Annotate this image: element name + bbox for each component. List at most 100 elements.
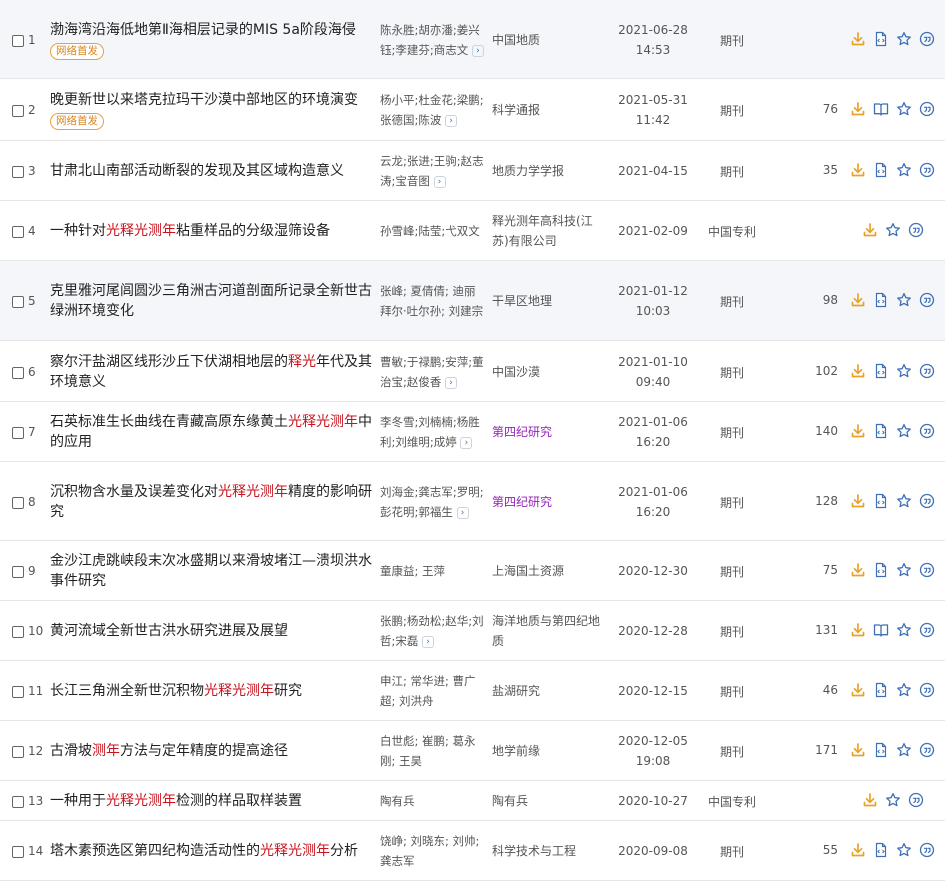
row-checkbox[interactable] xyxy=(12,846,24,858)
quote-icon[interactable] xyxy=(919,31,935,47)
article-title-link[interactable]: 晚更新世以来塔克拉玛干沙漠中部地区的环境演变 网络首发 xyxy=(50,90,374,130)
article-title-link[interactable]: 黄河流域全新世古洪水研究进展及展望 xyxy=(50,621,374,641)
star-icon[interactable] xyxy=(885,792,901,808)
article-title-link[interactable]: 塔木素预选区第四纪构造活动性的光释光测年分析 xyxy=(50,841,374,861)
author-names[interactable]: 云龙;张进;王驹;赵志涛;宝音图 xyxy=(380,154,484,188)
html-reading-icon[interactable] xyxy=(873,842,889,858)
quote-icon[interactable] xyxy=(919,423,935,439)
row-checkbox[interactable] xyxy=(12,496,24,509)
download-icon[interactable] xyxy=(850,31,866,47)
source-link[interactable]: 地质力学学报 xyxy=(492,161,606,181)
author-names[interactable]: 杨小平;杜金花;梁鹏;张德国;陈波 xyxy=(380,93,484,127)
source-link[interactable]: 上海国土资源 xyxy=(492,561,606,581)
author-names[interactable]: 陈永胜;胡亦潘;姜兴钰;李建芬;商志文 xyxy=(380,23,480,57)
source-link[interactable]: 地学前缘 xyxy=(492,741,606,761)
row-checkbox[interactable] xyxy=(12,226,24,238)
quote-icon[interactable] xyxy=(919,562,935,578)
article-title-link[interactable]: 沉积物含水量及误差变化对光释光测年精度的影响研究 xyxy=(50,482,374,522)
chevron-right-icon[interactable]: › xyxy=(433,175,446,188)
star-icon[interactable] xyxy=(896,363,912,379)
row-checkbox[interactable] xyxy=(12,686,24,698)
quote-icon[interactable] xyxy=(919,742,935,758)
author-names[interactable]: 饶峥; 刘晓东; 刘帅; 龚志军 xyxy=(380,834,479,868)
source-link[interactable]: 科学技术与工程 xyxy=(492,841,606,861)
source-link[interactable]: 中国地质 xyxy=(492,30,606,50)
row-checkbox[interactable] xyxy=(12,566,24,578)
quote-icon[interactable] xyxy=(919,622,935,638)
source-link[interactable]: 第四纪研究 xyxy=(492,422,606,442)
row-checkbox[interactable] xyxy=(12,166,24,178)
download-icon[interactable] xyxy=(850,493,866,509)
star-icon[interactable] xyxy=(896,31,912,47)
star-icon[interactable] xyxy=(896,292,912,308)
source-link[interactable]: 海洋地质与第四纪地质 xyxy=(492,611,606,651)
chevron-right-icon[interactable]: › xyxy=(422,635,435,648)
chevron-right-icon[interactable]: › xyxy=(445,114,458,127)
article-title-link[interactable]: 克里雅河尾闾圆沙三角洲古河道剖面所记录全新世古绿洲环境变化 xyxy=(50,281,374,321)
star-icon[interactable] xyxy=(896,493,912,509)
quote-icon[interactable] xyxy=(919,363,935,379)
author-names[interactable]: 张峰; 夏倩倩; 迪丽拜尔·吐尔孙; 刘建宗 xyxy=(380,284,483,318)
star-icon[interactable] xyxy=(896,682,912,698)
row-checkbox[interactable] xyxy=(12,796,24,808)
download-icon[interactable] xyxy=(862,222,878,238)
download-icon[interactable] xyxy=(850,363,866,379)
html-reading-icon[interactable] xyxy=(873,742,889,758)
quote-icon[interactable] xyxy=(919,101,935,117)
source-link[interactable]: 科学通报 xyxy=(492,100,606,120)
source-link[interactable]: 中国沙漠 xyxy=(492,362,606,382)
source-link[interactable]: 盐湖研究 xyxy=(492,681,606,701)
author-names[interactable]: 申江; 常华进; 曹广超; 刘洪舟 xyxy=(380,674,476,708)
article-title-link[interactable]: 察尔汗盐湖区线形沙丘下伏湖相地层的释光年代及其环境意义 xyxy=(50,352,374,392)
star-icon[interactable] xyxy=(885,222,901,238)
article-title-link[interactable]: 渤海湾沿海低地第Ⅱ海相层记录的MIS 5a阶段海侵 网络首发 xyxy=(50,20,374,60)
star-icon[interactable] xyxy=(896,423,912,439)
author-names[interactable]: 孙雪峰;陆莹;弋双文 xyxy=(380,224,480,238)
html-reading-icon[interactable] xyxy=(873,493,889,509)
author-names[interactable]: 童康益; 王萍 xyxy=(380,564,445,578)
download-icon[interactable] xyxy=(850,742,866,758)
chevron-right-icon[interactable]: › xyxy=(471,44,484,57)
quote-icon[interactable] xyxy=(908,792,924,808)
star-icon[interactable] xyxy=(896,101,912,117)
download-icon[interactable] xyxy=(850,292,866,308)
open-book-icon[interactable] xyxy=(873,101,889,117)
row-checkbox[interactable] xyxy=(12,746,24,758)
html-reading-icon[interactable] xyxy=(873,162,889,178)
quote-icon[interactable] xyxy=(908,222,924,238)
article-title-link[interactable]: 古滑坡测年方法与定年精度的提高途径 xyxy=(50,741,374,761)
download-icon[interactable] xyxy=(850,842,866,858)
row-checkbox[interactable] xyxy=(12,626,24,638)
source-link[interactable]: 第四纪研究 xyxy=(492,492,606,512)
author-names[interactable]: 白世彪; 崔鹏; 葛永刚; 王昊 xyxy=(380,734,476,768)
html-reading-icon[interactable] xyxy=(873,562,889,578)
html-reading-icon[interactable] xyxy=(873,363,889,379)
download-icon[interactable] xyxy=(862,792,878,808)
article-title-link[interactable]: 石英标准生长曲线在青藏高原东缘黄土光释光测年中的应用 xyxy=(50,412,374,452)
article-title-link[interactable]: 金沙江虎跳峡段末次冰盛期以来滑坡堵江—溃坝洪水事件研究 xyxy=(50,551,374,591)
author-names[interactable]: 曹敏;于禄鹏;安萍;董治宝;赵俊香 xyxy=(380,355,484,389)
author-names[interactable]: 陶有兵 xyxy=(380,794,415,808)
chevron-right-icon[interactable]: › xyxy=(456,506,469,519)
download-icon[interactable] xyxy=(850,682,866,698)
source-link[interactable]: 陶有兵 xyxy=(492,791,606,811)
star-icon[interactable] xyxy=(896,742,912,758)
download-icon[interactable] xyxy=(850,423,866,439)
quote-icon[interactable] xyxy=(919,292,935,308)
row-checkbox[interactable] xyxy=(12,34,24,47)
quote-icon[interactable] xyxy=(919,493,935,509)
article-title-link[interactable]: 甘肃北山南部活动断裂的发现及其区域构造意义 xyxy=(50,161,374,181)
open-book-icon[interactable] xyxy=(873,622,889,638)
article-title-link[interactable]: 长江三角洲全新世沉积物光释光测年研究 xyxy=(50,681,374,701)
source-link[interactable]: 释光测年高科技(江苏)有限公司 xyxy=(492,211,606,251)
download-icon[interactable] xyxy=(850,101,866,117)
row-checkbox[interactable] xyxy=(12,296,24,308)
chevron-right-icon[interactable]: › xyxy=(445,376,458,389)
row-checkbox[interactable] xyxy=(12,427,24,439)
html-reading-icon[interactable] xyxy=(873,682,889,698)
quote-icon[interactable] xyxy=(919,842,935,858)
source-link[interactable]: 干旱区地理 xyxy=(492,291,606,311)
star-icon[interactable] xyxy=(896,562,912,578)
row-checkbox[interactable] xyxy=(12,366,24,379)
star-icon[interactable] xyxy=(896,162,912,178)
